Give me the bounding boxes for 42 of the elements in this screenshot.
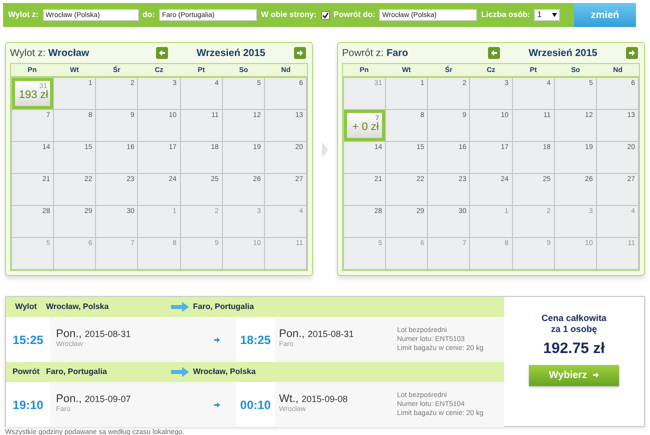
total-price: 192.75 zł — [543, 339, 605, 359]
total-price-label: Cena całkowita — [541, 313, 607, 324]
left-arrow-icon — [490, 49, 498, 57]
to-label: do: — [142, 9, 155, 21]
departure-time: 19:10 — [6, 382, 50, 427]
from-label: Wylot z: — [8, 9, 39, 21]
right-arrow-icon — [628, 49, 636, 57]
left-arrow-icon — [158, 49, 166, 57]
month-label: Wrzesień 2015 — [196, 46, 266, 60]
arrival-date: Wt., 2015-09-08 — [279, 393, 349, 406]
route-to: Faro, Portugalia — [193, 301, 254, 313]
per-person-label: za 1 osobę — [550, 324, 597, 335]
arrow-icon — [593, 372, 600, 378]
arrow-icon — [171, 302, 189, 312]
roundtrip-label: W obie strony: — [260, 9, 317, 21]
arrow-icon — [214, 402, 220, 408]
next-month-button[interactable] — [626, 47, 638, 59]
previous-month-button[interactable] — [488, 47, 500, 59]
next-month-button[interactable] — [294, 47, 306, 59]
route-from: Wrocław, Polska — [46, 301, 110, 313]
previous-month-button[interactable] — [156, 47, 168, 59]
right-arrow-icon — [296, 49, 304, 57]
price-label: + 0 zł — [351, 120, 380, 134]
price-label: 193 zł — [18, 88, 50, 102]
route-to: Wrocław, Polska — [193, 366, 256, 378]
arrow-icon — [214, 336, 220, 342]
persons-select[interactable]: 1 — [534, 9, 560, 21]
calendar-title: Powrót z: Faro — [342, 46, 408, 60]
arrow-icon — [171, 367, 189, 377]
arrival-date: Pon., 2015-08-31 — [279, 328, 355, 340]
calendar-title: Wylot z: Wrocław — [10, 46, 90, 60]
month-label: Wrzesień 2015 — [528, 46, 598, 60]
departure-date: Pon., 2015-09-07 — [56, 393, 132, 406]
roundtrip-checkbox[interactable] — [320, 10, 330, 20]
return-label: Powrót do: — [334, 9, 376, 21]
persons-label: Liczba osób: — [481, 9, 530, 21]
direction-label: Wylot — [14, 301, 38, 313]
chevron-icon — [322, 142, 328, 158]
departure-date: Pon., 2015-08-31 — [56, 328, 132, 340]
route-from: Faro, Portugalia — [46, 366, 108, 378]
direction-label: Powrót — [11, 366, 41, 378]
dropdown-caret-icon — [552, 13, 558, 17]
